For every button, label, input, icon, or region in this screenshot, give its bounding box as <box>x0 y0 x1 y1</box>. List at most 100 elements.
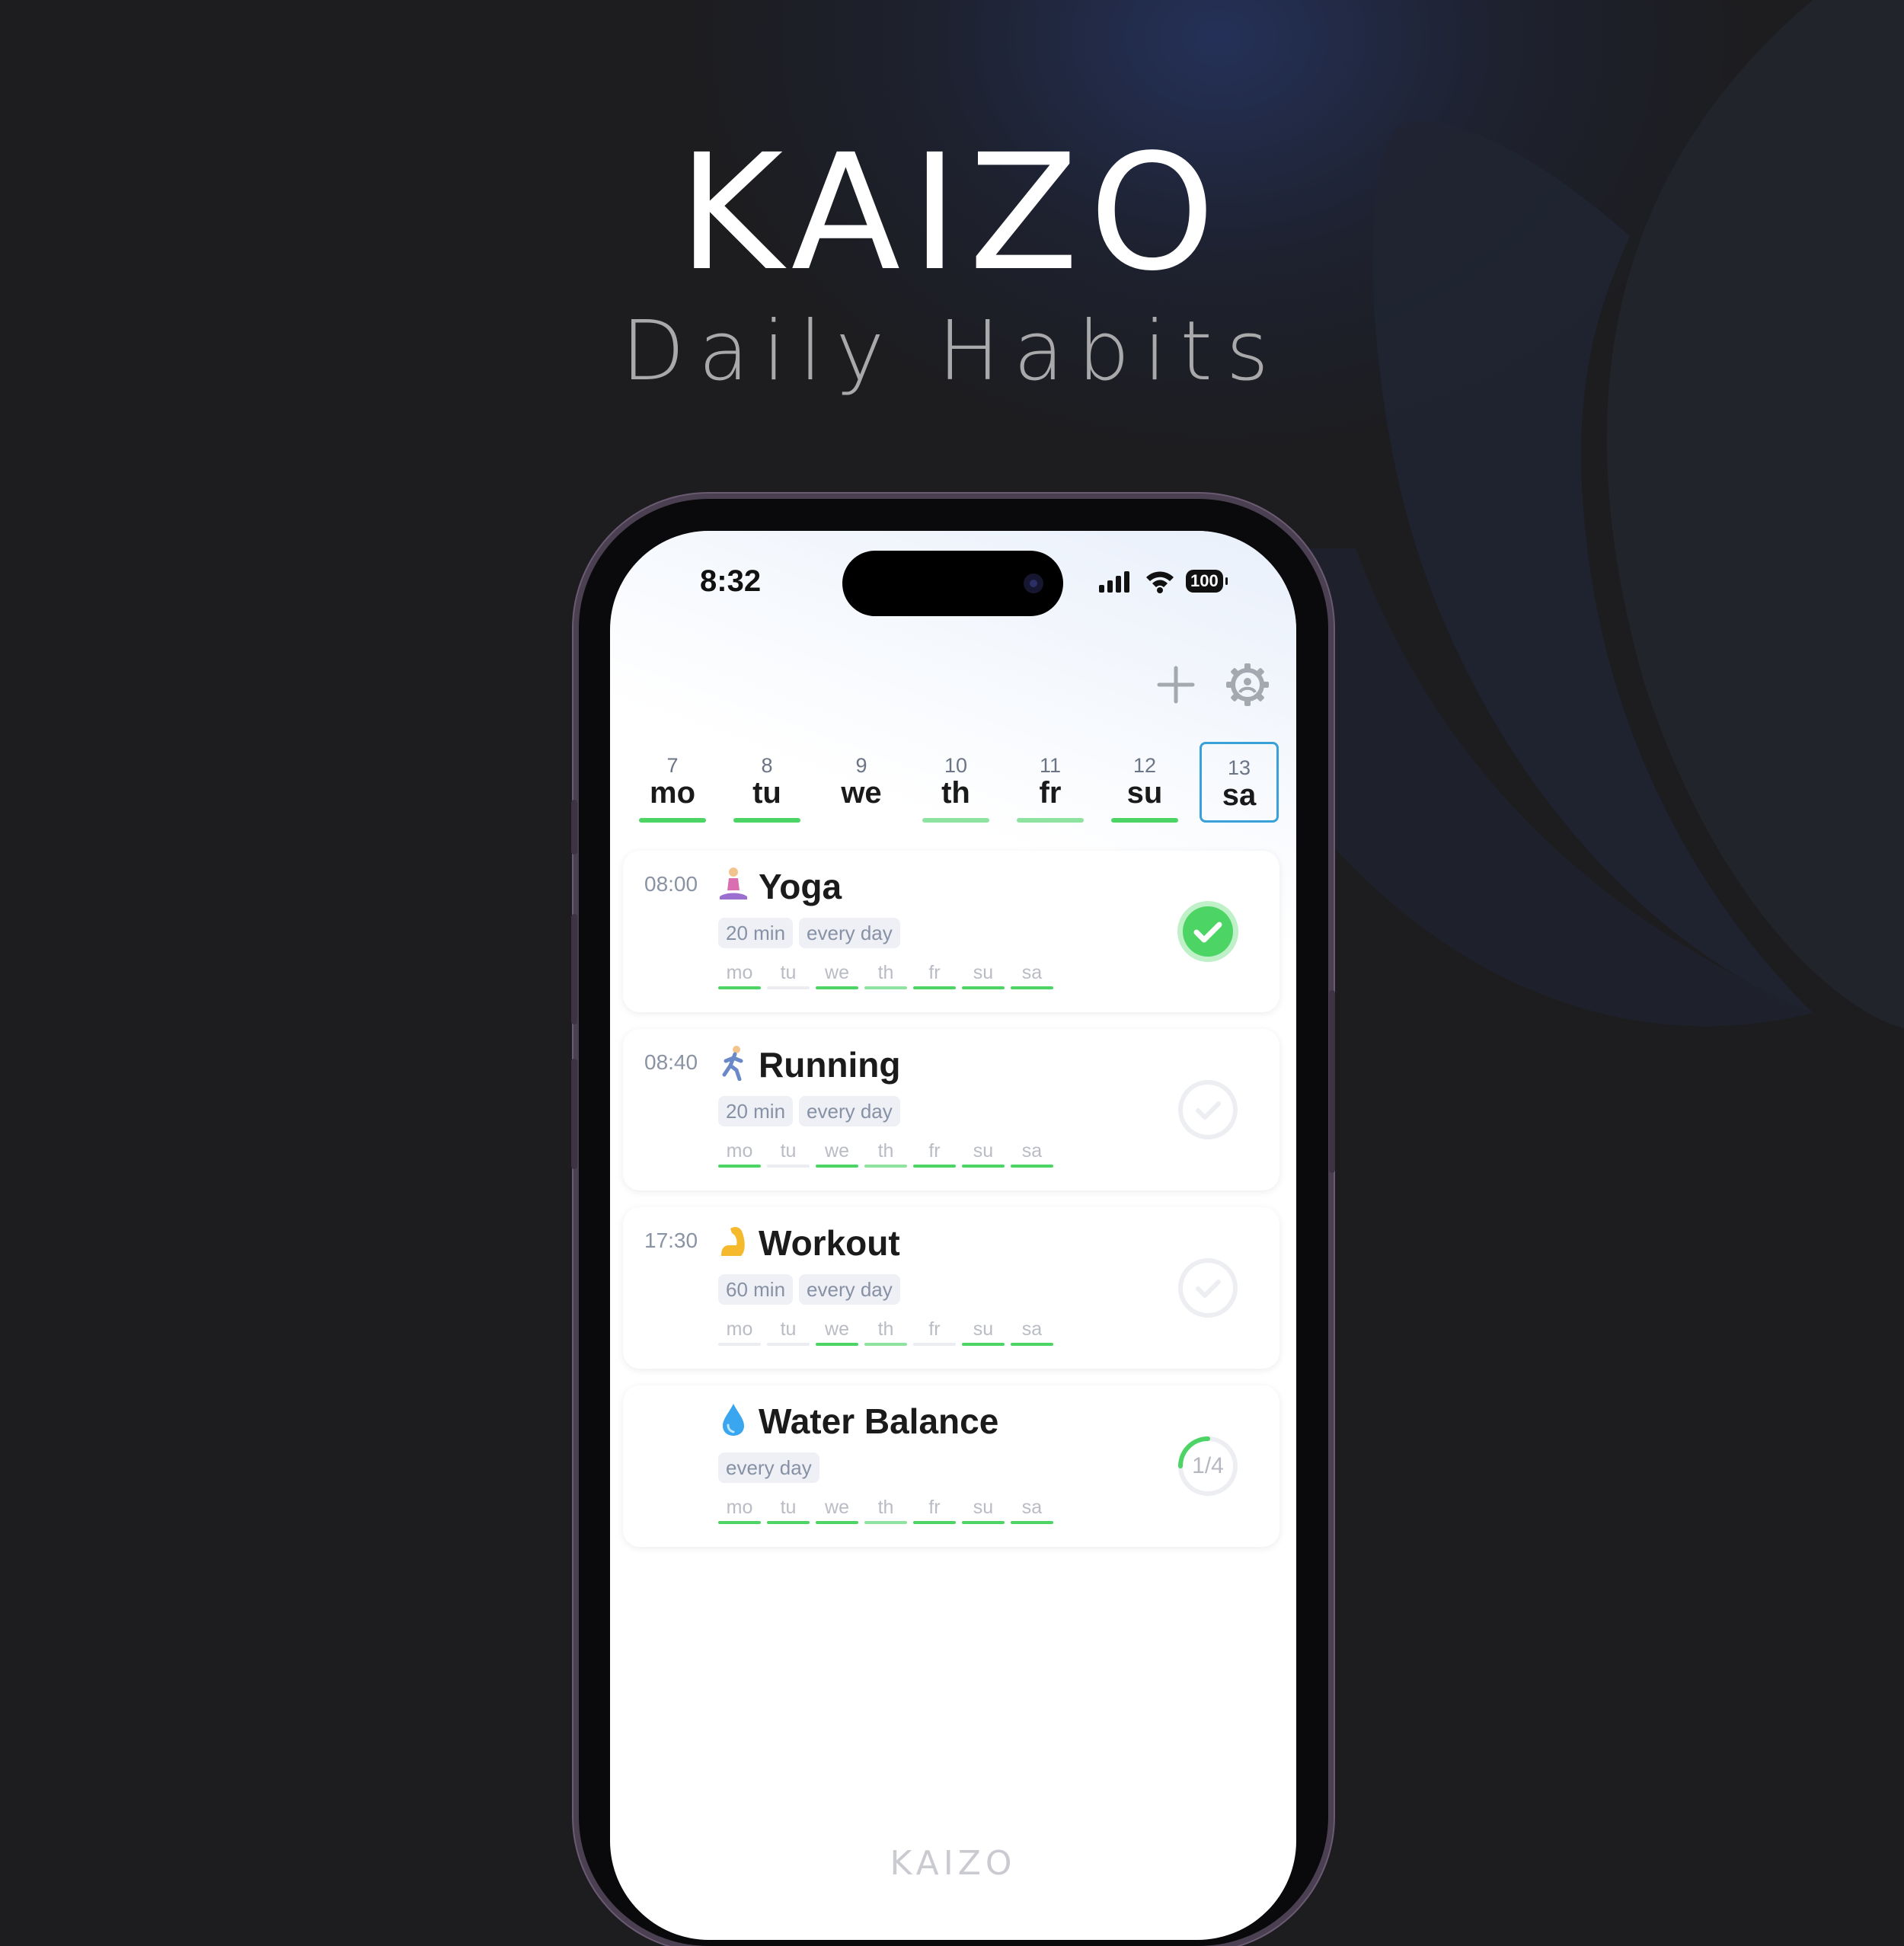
phone-volume-down-button <box>571 1059 577 1169</box>
habit-tag: every day <box>799 1274 900 1305</box>
day-we[interactable]: 9 we <box>822 742 901 823</box>
week-day-label: th <box>877 1318 894 1340</box>
habit-status-button[interactable] <box>1176 900 1240 963</box>
week-day-tu: tu <box>767 962 810 989</box>
habit-tag: 20 min <box>718 918 794 948</box>
footer-logo: KAIZO <box>890 1844 1017 1883</box>
habit-tags: 60 min every day <box>718 1274 900 1305</box>
week-day-bar <box>767 1165 810 1168</box>
week-day-label: fr <box>928 1140 941 1162</box>
brand-title: KAIZO <box>678 120 1226 306</box>
week-day-bar <box>864 1165 907 1168</box>
week-day-bar <box>718 1521 761 1524</box>
week-day-label: we <box>825 1497 849 1518</box>
week-day-label: th <box>877 962 894 983</box>
day-number: 11 <box>1039 754 1062 777</box>
done-circle <box>1183 906 1233 957</box>
week-day-label: we <box>825 962 849 983</box>
add-habit-button[interactable] <box>1153 662 1199 708</box>
progress-label: 1/4 <box>1192 1453 1224 1478</box>
week-day-bar <box>718 986 761 989</box>
day-number: 8 <box>761 754 773 777</box>
habit-card-water-balance[interactable]: Water Balance every day mo tu we th fr su sa 1/4 <box>623 1385 1279 1547</box>
habit-tags: every day <box>718 1452 819 1483</box>
day-su[interactable]: 12 su <box>1105 742 1184 823</box>
habit-card-yoga[interactable]: 08:00 Yoga 20 min every day mo tu we th fr su sa <box>623 851 1279 1012</box>
check-icon <box>1196 1280 1221 1298</box>
day-number: 10 <box>944 754 968 777</box>
day-progress-bar <box>733 818 800 823</box>
week-day-label: fr <box>928 1497 941 1518</box>
habit-status-button[interactable] <box>1176 1256 1240 1320</box>
week-day-label: tu <box>780 1140 797 1162</box>
day-mo[interactable]: 7 mo <box>633 742 712 823</box>
day-sa[interactable]: 13 sa <box>1200 742 1279 823</box>
habit-tag: every day <box>718 1452 819 1483</box>
signal-icon <box>1099 571 1129 593</box>
week-day-bar <box>962 1521 1005 1524</box>
week-day-fr: fr <box>913 1318 956 1346</box>
battery-indicator: 100 <box>1186 570 1228 593</box>
week-day-we: we <box>816 1140 858 1168</box>
status-time: 8:32 <box>700 564 762 598</box>
week-day-bar <box>1011 986 1053 989</box>
status-icons: 100 <box>1097 569 1228 593</box>
day-progress-bar <box>1017 818 1084 823</box>
week-day-label: tu <box>780 1497 797 1518</box>
week-day-bar <box>816 1521 858 1524</box>
day-strip: 7 mo 8 tu 9 we 10th 11 fr 12 su 13 sa <box>633 742 1279 826</box>
week-day-th: th <box>864 1318 907 1346</box>
day-fr[interactable]: 11 fr <box>1011 742 1090 823</box>
habit-tags: 20 min every day <box>718 918 900 948</box>
week-day-sa: sa <box>1011 1497 1053 1524</box>
week-day-su: su <box>962 1140 1005 1168</box>
week-day-bar <box>767 1521 810 1524</box>
week-day-label: mo <box>726 1140 753 1162</box>
top-actions <box>1153 662 1270 708</box>
week-day-bar <box>816 1165 858 1168</box>
settings-button[interactable] <box>1225 662 1270 708</box>
week-day-mo: mo <box>718 1140 761 1168</box>
habit-card-running[interactable]: 08:40 Running 20 min every day mo tu we th fr su s… <box>623 1029 1279 1190</box>
water-drop-icon <box>723 1404 744 1436</box>
habit-tag: 20 min <box>718 1096 794 1126</box>
week-day-su: su <box>962 1318 1005 1346</box>
week-day-bar <box>962 1343 1005 1346</box>
habit-name: Water Balance <box>759 1401 999 1441</box>
day-progress-bar <box>1111 818 1178 823</box>
week-day-label: fr <box>928 962 941 983</box>
week-day-su: su <box>962 962 1005 989</box>
week-day-bar <box>718 1343 761 1346</box>
week-day-sa: sa <box>1011 1140 1053 1168</box>
habit-name: Yoga <box>759 867 842 906</box>
habit-tag: every day <box>799 918 900 948</box>
day-name: su <box>1126 776 1163 810</box>
week-day-label: sa <box>1021 962 1043 983</box>
check-icon <box>1196 1101 1221 1120</box>
week-day-bar <box>864 1521 907 1524</box>
habit-name: Workout <box>759 1223 900 1263</box>
week-day-fr: fr <box>913 1140 956 1168</box>
week-day-mo: mo <box>718 1497 761 1524</box>
habit-week-history: mo tu we th fr su sa <box>718 1318 1053 1346</box>
day-number: 7 <box>666 754 679 777</box>
habit-status-button[interactable] <box>1176 1078 1240 1142</box>
week-day-label: su <box>973 962 994 983</box>
day-th[interactable]: 10th <box>916 742 995 823</box>
week-day-label: sa <box>1021 1318 1043 1340</box>
day-name: sa <box>1222 778 1257 812</box>
day-tu[interactable]: 8 tu <box>727 742 807 823</box>
week-day-label: mo <box>726 1318 753 1340</box>
week-day-label: sa <box>1021 1140 1043 1162</box>
habit-week-history: mo tu we th fr su sa <box>718 962 1053 989</box>
week-day-label: su <box>973 1318 994 1340</box>
camera-icon <box>1024 574 1043 593</box>
habit-card-workout[interactable]: 17:30 Workout 60 min every day mo tu we th fr su s… <box>623 1207 1279 1369</box>
week-day-bar <box>913 986 956 989</box>
dynamic-island <box>842 551 1063 616</box>
week-day-label: we <box>825 1140 849 1162</box>
week-day-bar <box>1011 1165 1053 1168</box>
week-day-bar <box>962 986 1005 989</box>
flexed-biceps-icon <box>721 1227 745 1256</box>
habit-status-button[interactable]: 1/4 <box>1176 1434 1240 1498</box>
